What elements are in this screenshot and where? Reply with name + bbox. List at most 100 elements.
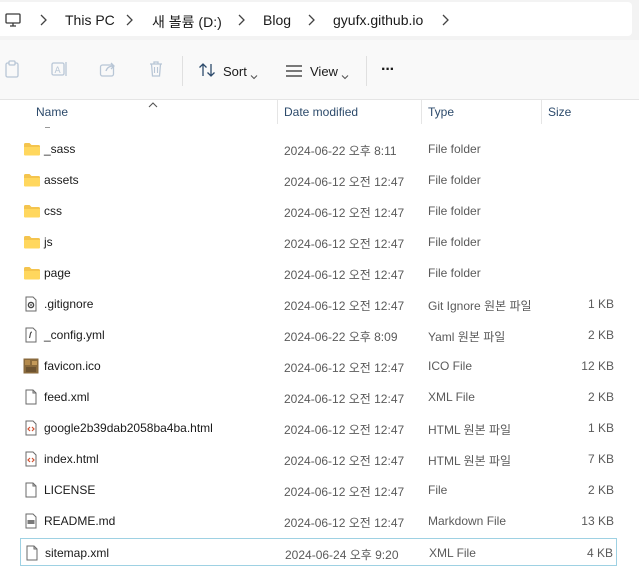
file-name: assets (44, 173, 79, 187)
file-size: 2 KB (587, 328, 614, 342)
breadcrumb-blog[interactable]: Blog (263, 12, 291, 28)
address-bar: This PC 새 볼륨 (D:) Blog gyufx.github.io (0, 0, 639, 40)
file-row[interactable]: feed.xml 2024-06-12 오전 12:47 XML File 2 KB (20, 383, 617, 411)
chevron-right-icon[interactable] (440, 13, 450, 31)
file-row[interactable]: css 2024-06-12 오전 12:47 File folder (20, 197, 617, 225)
delete-icon[interactable] (148, 60, 164, 83)
file-date-modified: 2024-06-12 오전 12:47 (284, 392, 405, 406)
file-type: File folder (428, 204, 481, 218)
file-row-selected[interactable]: sitemap.xml 2024-06-24 오후 9:20 XML File 4 K… (20, 538, 617, 566)
computer-icon[interactable] (5, 12, 21, 33)
file-type: XML File (428, 390, 475, 404)
share-icon[interactable] (99, 60, 117, 83)
column-header-type[interactable]: Type (428, 105, 454, 129)
file-name: page (44, 266, 71, 280)
document-icon (23, 389, 39, 405)
file-type: ICO File (428, 359, 473, 373)
view-icon[interactable] (285, 64, 303, 82)
file-row[interactable]: _config.yml 2024-06-22 오후 8:09 Yaml 원본 파일 2… (20, 321, 617, 349)
breadcrumb-gyufx-github-io[interactable]: gyufx.github.io (333, 12, 423, 28)
file-name: index.html (44, 452, 99, 466)
file-row[interactable]: js 2024-06-12 오전 12:47 File folder (20, 228, 617, 256)
file-type: HTML 원본 파일 (428, 423, 512, 437)
file-date-modified: 2024-06-12 오전 12:47 (284, 454, 405, 468)
svg-text:A: A (55, 66, 62, 76)
html-file-icon (23, 451, 39, 467)
breadcrumb-this-pc[interactable]: This PC (65, 12, 115, 28)
file-date-modified: 2024-06-12 오전 12:47 (284, 423, 405, 437)
file-type: File folder (428, 266, 481, 280)
file-type: Markdown File (428, 514, 507, 528)
file-type: Yaml 원본 파일 (428, 330, 506, 344)
column-divider[interactable] (277, 100, 278, 124)
chevron-down-icon[interactable] (250, 67, 258, 85)
file-name: README.md (44, 514, 116, 528)
markdown-file-icon (23, 513, 39, 529)
file-name: LICENSE (44, 483, 96, 497)
file-date-modified: 2024-06-12 오전 12:47 (284, 237, 405, 251)
file-date-modified: 2024-06-12 오전 12:47 (284, 175, 405, 189)
folder-icon (23, 203, 40, 219)
file-type: File folder (428, 142, 481, 156)
chevron-right-icon[interactable] (306, 13, 316, 31)
file-date-modified: 2024-06-12 오전 12:47 (284, 516, 405, 530)
file-size: 13 KB (581, 514, 614, 528)
file-size: 1 KB (587, 421, 614, 435)
file-name: .gitignore (44, 297, 94, 311)
file-date-modified: 2024-06-12 오전 12:47 (284, 206, 405, 220)
sort-button[interactable]: Sort (223, 64, 247, 79)
file-date-modified: 2024-06-22 오후 8:09 (284, 330, 398, 344)
address-field[interactable]: This PC 새 볼륨 (D:) Blog gyufx.github.io (0, 2, 632, 36)
file-size: 1 KB (587, 297, 614, 311)
folder-icon (23, 172, 40, 188)
file-row[interactable]: LICENSE 2024-06-12 오전 12:47 File 2 KB (20, 476, 617, 504)
document-icon (23, 482, 39, 498)
column-header-date-modified[interactable]: Date modified (284, 105, 358, 129)
column-divider[interactable] (421, 100, 422, 124)
file-type: XML File (429, 546, 476, 560)
file-row[interactable]: page 2024-06-12 오전 12:47 File folder (20, 259, 617, 287)
sort-icon[interactable] (198, 62, 216, 83)
file-date-modified: 2024-06-12 오전 12:47 (284, 485, 405, 499)
column-header-name[interactable]: Name (36, 105, 68, 129)
more-options-button[interactable]: ··· (381, 61, 395, 79)
file-date-modified: 2024-06-22 오후 8:11 (284, 144, 397, 158)
paste-icon[interactable] (4, 60, 20, 83)
view-button[interactable]: View (310, 64, 338, 79)
gear-file-icon (23, 296, 39, 312)
file-name: favicon.ico (44, 359, 101, 373)
file-row[interactable]: _sass 2024-06-22 오후 8:11 File folder (20, 135, 617, 163)
file-row[interactable]: assets 2024-06-12 오전 12:47 File folder (20, 166, 617, 194)
file-name: css (44, 204, 62, 218)
breadcrumb-volume-d[interactable]: 새 볼륨 (D:) (152, 12, 222, 32)
toolbar-divider (182, 56, 183, 86)
chevron-down-icon[interactable] (341, 67, 349, 85)
document-icon (24, 545, 40, 561)
file-row[interactable]: .gitignore 2024-06-12 오전 12:47 Git Ignore … (20, 290, 617, 318)
command-bar: A Sort View ··· (0, 40, 639, 100)
rename-icon[interactable]: A (51, 60, 69, 83)
file-type: File (428, 483, 448, 497)
chevron-right-icon[interactable] (124, 13, 134, 31)
file-row[interactable]: favicon.ico 2024-06-12 오전 12:47 ICO File 12… (20, 352, 617, 380)
file-row[interactable]: index.html 2024-06-12 오전 12:47 HTML 원본 파일 7… (20, 445, 617, 473)
chevron-right-icon[interactable] (38, 13, 48, 31)
file-date-modified: 2024-06-12 오전 12:47 (284, 361, 405, 375)
file-type: Git Ignore 원본 파일 (428, 299, 532, 313)
file-row[interactable]: README.md 2024-06-12 오전 12:47 Markdown Fil… (20, 507, 617, 535)
file-size: 2 KB (587, 483, 614, 497)
file-size: 2 KB (587, 390, 614, 404)
file-row[interactable]: google2b39dab2058ba4ba.html 2024-06-12 오전… (20, 414, 617, 442)
file-type: File folder (428, 173, 481, 187)
toolbar-divider (366, 56, 367, 86)
column-divider[interactable] (541, 100, 542, 124)
column-header-size[interactable]: Size (548, 105, 571, 129)
folder-icon (23, 265, 40, 281)
folder-icon (23, 234, 40, 250)
scrolled-row-fragment (44, 120, 52, 128)
chevron-right-icon[interactable] (236, 13, 246, 31)
file-size: 7 KB (587, 452, 614, 466)
file-name: sitemap.xml (45, 546, 110, 560)
file-type: HTML 원본 파일 (428, 454, 512, 468)
file-type: File folder (428, 235, 481, 249)
